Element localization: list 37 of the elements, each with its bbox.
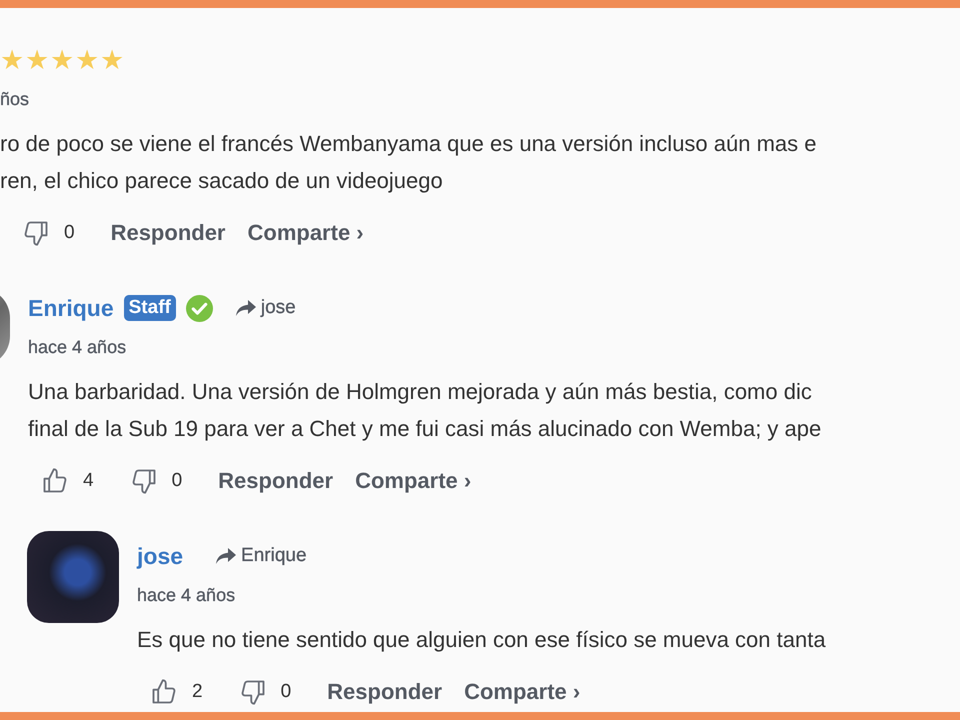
reply-link[interactable]: Responder (218, 468, 334, 494)
share-link[interactable]: Comparte › (464, 679, 580, 705)
thumbs-up-icon[interactable] (150, 678, 178, 706)
comment-text-line: ren, el chico parece sacado de un videojuego (0, 167, 443, 195)
thumbs-up-icon[interactable] (41, 467, 69, 495)
star-icon: ★ (50, 45, 74, 75)
share-arrow-icon (234, 299, 257, 317)
star-icon: ★ (75, 45, 99, 75)
comment-text-line: final de la Sub 19 para ver a Chet y me fui casi más alucinado con Wemba; y ape (28, 415, 822, 443)
timestamp: ños (0, 88, 30, 111)
comment-text-line: Es que no tiene sentido que alguien con ese físico se mueva con tanta (137, 626, 826, 654)
timestamp: hace 4 años (28, 336, 128, 359)
reply-link[interactable]: Responder (327, 679, 442, 705)
thumbs-down-icon[interactable] (22, 219, 50, 247)
vote-count: 2 (192, 681, 203, 703)
star-icon: ★ (100, 45, 124, 75)
author-name[interactable]: Enrique (28, 294, 114, 322)
star-icon: ★ (0, 45, 24, 75)
comment-text-line: ro de poco se viene el francés Wembanyama que es una versión incluso aún mas e (0, 130, 817, 158)
thumbs-down-icon[interactable] (238, 678, 267, 706)
timestamp: hace 4 años (137, 584, 236, 607)
comment-text-line: Una barbaridad. Una versión de Holmgren mejorada y aún más bestia, como dic (28, 378, 812, 406)
share-link[interactable]: Comparte › (248, 220, 364, 246)
vote-count: 0 (64, 222, 75, 244)
vote-count: 0 (172, 470, 182, 492)
share-arrow-icon (215, 547, 238, 565)
avatar-photo-placeholder[interactable] (27, 531, 119, 623)
reply-to-name[interactable]: Enrique (241, 545, 307, 567)
share-link[interactable]: Comparte › (355, 468, 472, 494)
star-icon: ★ (25, 45, 49, 75)
thumbs-down-icon[interactable] (130, 467, 158, 495)
reply-link[interactable]: Responder (110, 220, 226, 246)
reply-to-name[interactable]: jose (260, 297, 296, 319)
vote-count: 0 (280, 681, 292, 703)
staff-badge: Staff (124, 295, 176, 321)
vote-count: 4 (83, 470, 94, 492)
author-name[interactable]: jose (137, 542, 184, 570)
